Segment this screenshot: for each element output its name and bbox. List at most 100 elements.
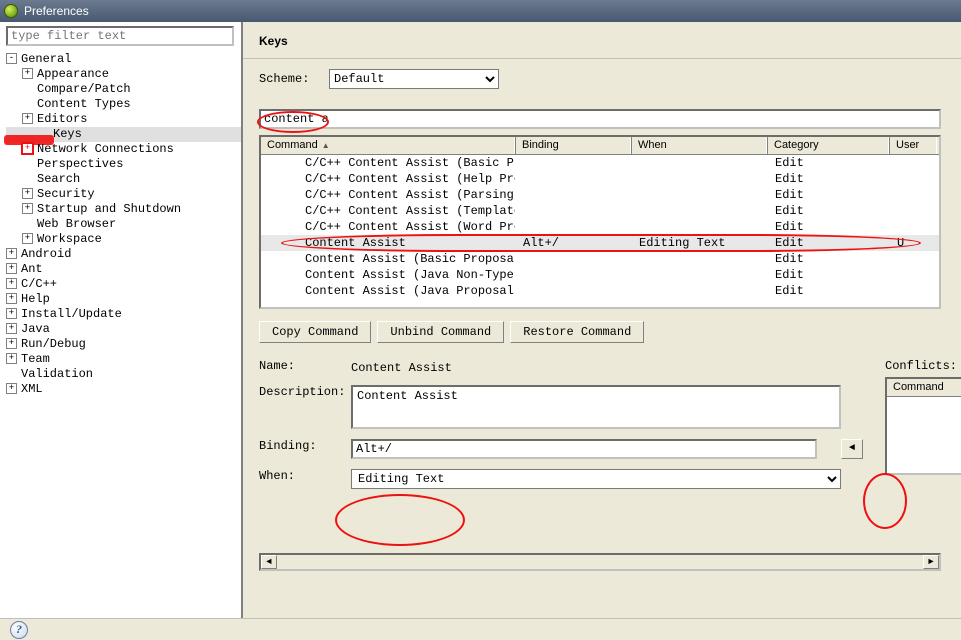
dialog-footer: ?: [0, 618, 961, 640]
tree-item[interactable]: -General: [6, 52, 241, 67]
cell-binding: Alt+/: [515, 236, 631, 250]
annotation-ellipse: [335, 494, 465, 546]
table-row[interactable]: Content Assist (Java Non-Type ProEdit: [261, 267, 939, 283]
restore-command-button[interactable]: Restore Command: [510, 321, 644, 343]
expand-icon[interactable]: +: [22, 68, 33, 79]
tree-item[interactable]: +Android: [6, 247, 241, 262]
cell-category: Edit: [767, 252, 889, 266]
help-icon[interactable]: ?: [10, 621, 28, 639]
cell-category: Edit: [767, 284, 889, 298]
table-row[interactable]: C/C++ Content Assist (Word Propos Edit: [261, 219, 939, 235]
page-title: Keys: [243, 22, 961, 59]
scheme-select[interactable]: Default: [329, 69, 499, 89]
keys-table[interactable]: Command▲ Binding When Category User C/C+…: [259, 135, 941, 309]
when-select[interactable]: Editing Text: [351, 469, 841, 489]
tree-item[interactable]: +Team: [6, 352, 241, 367]
tree-item-label: Workspace: [37, 232, 102, 246]
col-when[interactable]: When: [631, 137, 767, 154]
expand-icon[interactable]: +: [6, 293, 17, 304]
conflicts-table[interactable]: Command: [885, 377, 961, 475]
preferences-sidebar: -General+AppearanceCompare/PatchContent …: [0, 22, 243, 618]
tree-item-label: Run/Debug: [21, 337, 86, 351]
tree-item[interactable]: + Install/Update: [6, 307, 241, 322]
tree-item-label: Perspectives: [37, 157, 123, 171]
expand-icon[interactable]: +: [22, 203, 33, 214]
tree-item[interactable]: Validation: [6, 367, 241, 382]
tree-item[interactable]: + XML: [6, 382, 241, 397]
table-row[interactable]: Content Assist (Java Proposals) Edit: [261, 283, 939, 299]
expand-icon[interactable]: +: [6, 383, 17, 394]
tree-item-label: XML: [21, 382, 43, 396]
cell-command: C/C++ Content Assist (Parsing-bas: [261, 188, 515, 202]
binding-clear-button[interactable]: ◄: [841, 439, 863, 459]
tree-item-label: General: [21, 52, 71, 66]
horizontal-scrollbar[interactable]: ◄ ►: [259, 553, 941, 571]
col-category[interactable]: Category: [767, 137, 889, 154]
expand-icon[interactable]: +: [6, 323, 17, 334]
tree-item[interactable]: Perspectives: [6, 157, 241, 172]
tree-item[interactable]: + Workspace: [6, 232, 241, 247]
cell-category: Edit: [767, 204, 889, 218]
expand-icon[interactable]: +: [22, 143, 33, 154]
cell-user: U: [889, 236, 937, 250]
window-titlebar: Preferences: [0, 0, 961, 22]
keys-table-header: Command▲ Binding When Category User: [261, 137, 939, 155]
table-row[interactable]: C/C++ Content Assist (Template PrEdit: [261, 203, 939, 219]
cell-command: C/C++ Content Assist (Basic Propo: [261, 156, 515, 170]
preferences-tree[interactable]: -General+AppearanceCompare/PatchContent …: [0, 50, 241, 618]
tree-item[interactable]: Web Browser: [6, 217, 241, 232]
copy-command-button[interactable]: Copy Command: [259, 321, 371, 343]
tree-item-label: Ant: [21, 262, 43, 276]
filter-input[interactable]: [6, 26, 234, 46]
tree-item[interactable]: +Security: [6, 187, 241, 202]
table-row[interactable]: Content AssistAlt+/Editing TextEditU: [261, 235, 939, 251]
app-icon: [4, 4, 18, 18]
table-row[interactable]: C/C++ Content Assist (Basic PropoEdit: [261, 155, 939, 171]
scheme-label: Scheme:: [259, 72, 329, 86]
table-row[interactable]: C/C++ Content Assist (Parsing-bas Edit: [261, 187, 939, 203]
table-row[interactable]: Content Assist (Basic Proposals)Edit: [261, 251, 939, 267]
expand-icon[interactable]: +: [22, 188, 33, 199]
table-row[interactable]: C/C++ Content Assist (Help ProposEdit: [261, 171, 939, 187]
expand-icon[interactable]: +: [22, 233, 33, 244]
tree-item[interactable]: +Startup and Shutdown: [6, 202, 241, 217]
col-command[interactable]: Command▲: [261, 137, 515, 154]
collapse-icon[interactable]: -: [6, 53, 17, 64]
cell-when: Editing Text: [631, 236, 767, 250]
tree-item[interactable]: +Help: [6, 292, 241, 307]
cell-command: Content Assist: [261, 236, 515, 250]
tree-item[interactable]: +Appearance: [6, 67, 241, 82]
tree-item[interactable]: +Editors: [6, 112, 241, 127]
tree-item-label: Install/Update: [21, 307, 122, 321]
cell-command: C/C++ Content Assist (Word Propos: [261, 220, 515, 234]
tree-item[interactable]: Compare/Patch: [6, 82, 241, 97]
tree-item[interactable]: +C/C++: [6, 277, 241, 292]
expand-icon[interactable]: +: [6, 308, 17, 319]
col-user[interactable]: User: [889, 137, 937, 154]
scroll-right-icon[interactable]: ►: [923, 555, 939, 569]
tree-item[interactable]: Keys: [6, 127, 241, 142]
scroll-left-icon[interactable]: ◄: [261, 555, 277, 569]
cell-category: Edit: [767, 188, 889, 202]
description-field[interactable]: [351, 385, 841, 429]
tree-item[interactable]: + Ant: [6, 262, 241, 277]
tree-item[interactable]: +Java: [6, 322, 241, 337]
cell-category: Edit: [767, 220, 889, 234]
expand-icon[interactable]: +: [6, 278, 17, 289]
expand-icon[interactable]: +: [6, 338, 17, 349]
expand-icon[interactable]: +: [6, 353, 17, 364]
unbind-command-button[interactable]: Unbind Command: [377, 321, 504, 343]
cell-category: Edit: [767, 236, 889, 250]
expand-icon[interactable]: +: [22, 113, 33, 124]
tree-item[interactable]: Content Types: [6, 97, 241, 112]
col-binding[interactable]: Binding: [515, 137, 631, 154]
tree-item[interactable]: Search: [6, 172, 241, 187]
binding-input[interactable]: [351, 439, 817, 459]
keys-filter-input[interactable]: [259, 109, 941, 129]
tree-item[interactable]: +Network Connections: [6, 142, 241, 157]
cell-command: Content Assist (Java Proposals): [261, 284, 515, 298]
tree-item[interactable]: + Run/Debug: [6, 337, 241, 352]
expand-icon[interactable]: +: [6, 263, 17, 274]
conflicts-label: Conflicts:: [885, 359, 961, 373]
expand-icon[interactable]: +: [6, 248, 17, 259]
